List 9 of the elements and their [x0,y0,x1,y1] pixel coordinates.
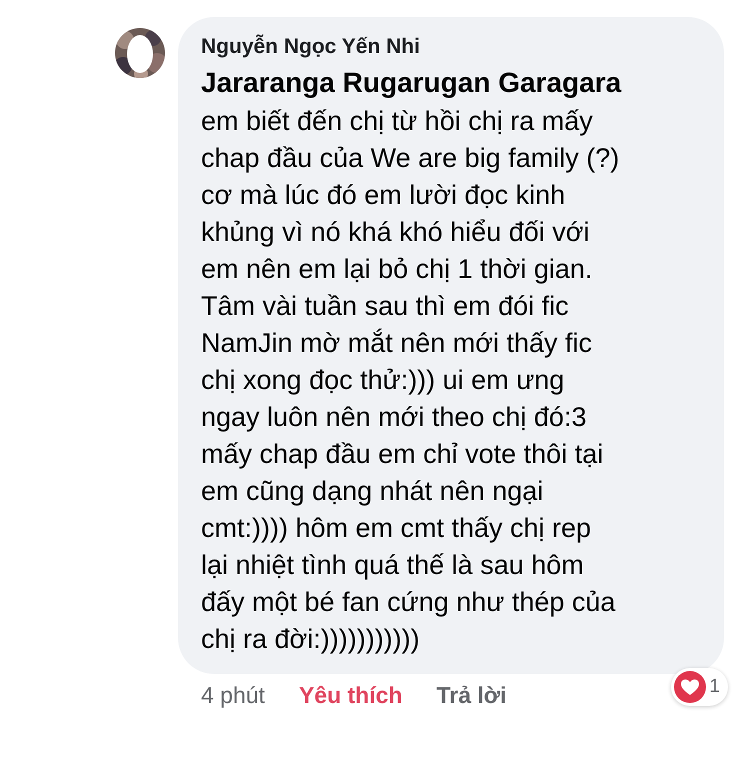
timestamp: 4 phút [201,682,265,709]
comment-text: em biết đến chị từ hồi chị ra mấy chap đầu của We are big family (?) cơ mà lúc đó em lười đọc kinh khủng vì nó khá khó hiểu đối với em nên em lại bỏ chị 1 thời gian. Tâm vài tuần sau thì em đói fic NamJin mờ mắt nên mới thấy fic chị xong đọc thử:))) ui em ưng ngay luôn nên mới theo chị đó:3 mấy chap đầu em chỉ vote thôi tại em cũng dạng nhát nên ngại cmt:)))) hôm em cmt thấy chị rep lại nhiệt tình quá thế là sau hôm đấy một bé fan cứng như thép của chị ra đời:))))))))))) [201,105,620,656]
author-name[interactable]: Nguyễn Ngọc Yến Nhi [201,33,714,61]
reaction-count: 1 [709,676,720,698]
reply-link[interactable]: Trả lời [436,682,507,709]
tagged-name[interactable]: Jararanga Rugarugan Garagara [201,65,714,101]
avatar[interactable] [115,28,165,78]
reaction-badge[interactable]: 1 [671,668,728,706]
like-link[interactable]: Yêu thích [298,682,402,709]
